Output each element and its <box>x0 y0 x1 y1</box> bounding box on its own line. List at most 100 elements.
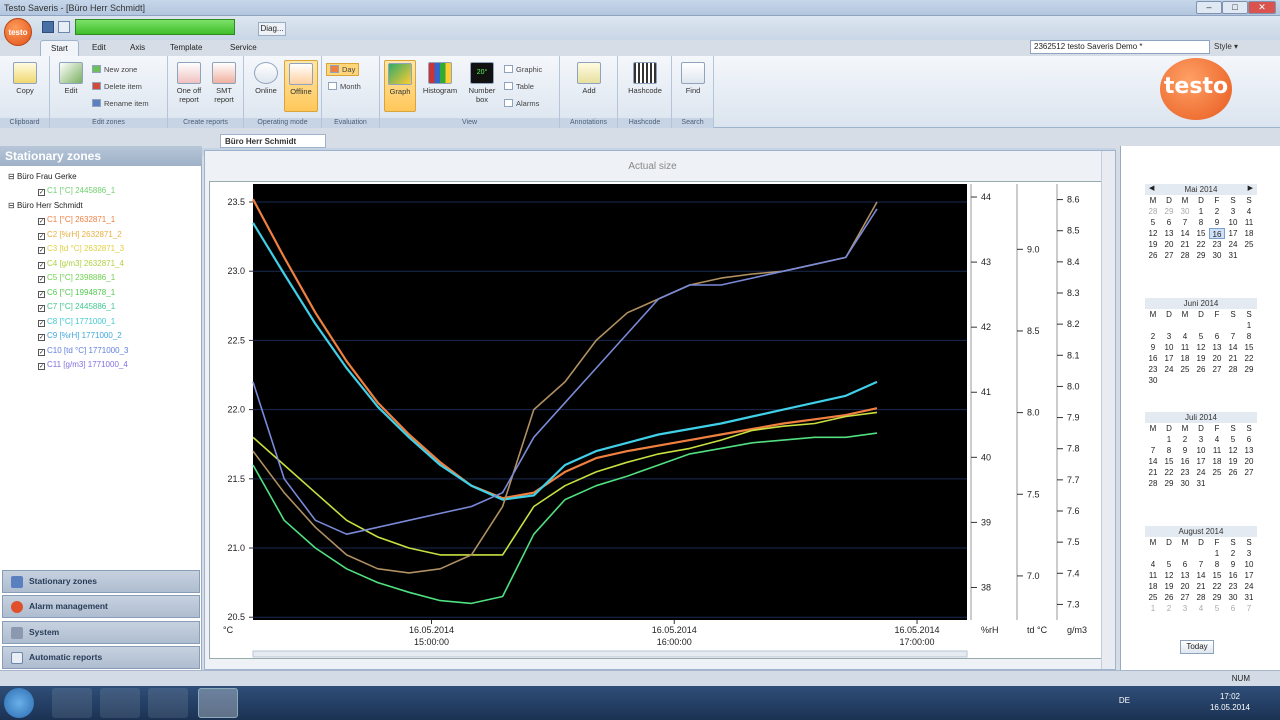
nav-stationary-zones[interactable]: Stationary zones <box>2 570 200 593</box>
day-cell[interactable]: 27 <box>1177 592 1193 603</box>
day-cell[interactable]: 16 <box>1145 353 1161 364</box>
day-cell[interactable]: 18 <box>1209 456 1225 467</box>
day-cell[interactable]: 20 <box>1209 353 1225 364</box>
close-button[interactable]: ✕ <box>1248 1 1276 14</box>
start-button[interactable] <box>4 688 34 718</box>
next-month-button[interactable]: ▶ <box>1248 184 1253 192</box>
day-cell[interactable]: 6 <box>1225 603 1241 614</box>
edit-button[interactable]: Edit <box>56 62 86 95</box>
day-cell[interactable]: 6 <box>1177 559 1193 570</box>
day-cell[interactable]: 24 <box>1225 239 1241 250</box>
day-cell[interactable]: 18 <box>1241 228 1257 239</box>
day-cell[interactable]: 26 <box>1161 592 1177 603</box>
tree-channel[interactable]: ✓ C3 [td °C] 2632871_3 <box>38 244 124 254</box>
day-cell[interactable]: 15 <box>1241 342 1257 353</box>
checkbox[interactable]: ✓ <box>38 232 45 240</box>
tab-template[interactable]: Template <box>160 40 212 56</box>
style-menu[interactable]: Style ▾ <box>1214 42 1238 51</box>
media-player-icon[interactable] <box>148 688 188 718</box>
day-cell[interactable]: 14 <box>1193 570 1209 581</box>
day-cell[interactable]: 17 <box>1161 353 1177 364</box>
day-cell[interactable]: 24 <box>1241 581 1257 592</box>
day-cell[interactable]: 20 <box>1241 456 1257 467</box>
tree-channel[interactable]: ✓ C1 [°C] 2632871_1 <box>38 215 115 225</box>
day-cell[interactable]: 26 <box>1193 364 1209 375</box>
checkbox[interactable]: ✓ <box>38 261 45 269</box>
day-cell[interactable]: 14 <box>1177 228 1193 239</box>
checkbox[interactable]: ✓ <box>38 319 45 327</box>
day-cell[interactable]: 30 <box>1177 206 1193 217</box>
checkbox[interactable]: ✓ <box>38 218 45 225</box>
day-cell[interactable]: 5 <box>1161 559 1177 570</box>
tree-zone-schmidt[interactable]: ⊟ Büro Herr Schmidt <box>8 201 83 210</box>
checkbox[interactable]: ✓ <box>38 363 45 370</box>
day-cell[interactable]: 18 <box>1145 581 1161 592</box>
day-cell[interactable]: 26 <box>1225 467 1241 478</box>
checkbox[interactable]: ✓ <box>38 276 45 283</box>
day-cell[interactable]: 3 <box>1161 331 1177 342</box>
day-cell[interactable]: 6 <box>1161 217 1177 228</box>
day-cell[interactable]: 22 <box>1193 239 1209 250</box>
day-cell[interactable]: 8 <box>1161 445 1177 456</box>
day-cell[interactable]: 25 <box>1209 467 1225 478</box>
window-icon[interactable] <box>58 21 70 33</box>
day-cell[interactable]: 21 <box>1177 239 1193 250</box>
rename-item-button[interactable]: Rename item <box>92 99 149 108</box>
day-cell[interactable]: 10 <box>1193 445 1209 456</box>
tree-channel[interactable]: ✓ C11 [g/m3] 1771000_4 <box>38 360 128 370</box>
day-cell[interactable]: 25 <box>1145 592 1161 603</box>
nav-alarm-management[interactable]: Alarm management <box>2 595 200 618</box>
tree-channel[interactable]: ✓ C9 [%rH] 1771000_2 <box>38 331 122 341</box>
checkbox[interactable]: ✓ <box>38 334 45 341</box>
day-cell[interactable]: 5 <box>1225 434 1241 445</box>
day-cell[interactable]: 9 <box>1225 559 1241 570</box>
one-off-report-button[interactable]: One off report <box>172 62 206 104</box>
day-cell[interactable]: 3 <box>1193 434 1209 445</box>
maximize-button[interactable]: □ <box>1222 1 1248 14</box>
day-cell[interactable]: 23 <box>1225 581 1241 592</box>
day-cell[interactable]: 11 <box>1177 342 1193 353</box>
day-cell[interactable]: 26 <box>1145 250 1161 261</box>
day-cell[interactable]: 19 <box>1225 456 1241 467</box>
day-cell[interactable]: 9 <box>1177 445 1193 456</box>
checkbox[interactable]: ✓ <box>38 290 45 298</box>
day-cell[interactable]: 10 <box>1161 342 1177 353</box>
day-cell[interactable]: 27 <box>1209 364 1225 375</box>
day-cell[interactable]: 28 <box>1145 206 1161 217</box>
checkbox[interactable]: ✓ <box>38 247 45 254</box>
day-cell[interactable]: 24 <box>1161 364 1177 375</box>
graph-button[interactable]: Graph <box>384 60 416 112</box>
day-cell[interactable]: 19 <box>1145 239 1161 250</box>
checkbox[interactable]: ✓ <box>38 305 45 312</box>
day-cell[interactable]: 4 <box>1209 434 1225 445</box>
day-cell[interactable]: 11 <box>1209 445 1225 456</box>
day-cell[interactable]: 1 <box>1193 206 1209 217</box>
day-cell[interactable]: 25 <box>1241 239 1257 250</box>
clock[interactable]: 17:02 16.05.2014 <box>1210 691 1250 713</box>
tree-channel[interactable]: ✓ C8 [°C] 1771000_1 <box>38 317 115 327</box>
day-cell[interactable]: 9 <box>1209 217 1225 228</box>
tree-channel[interactable]: ✓ C10 [td °C] 1771000_3 <box>38 346 128 356</box>
day-cell[interactable]: 5 <box>1145 217 1161 228</box>
day-cell[interactable]: 29 <box>1193 250 1209 261</box>
day-cell[interactable]: 28 <box>1177 250 1193 261</box>
histogram-button[interactable]: Histogram <box>420 62 460 95</box>
day-cell[interactable]: 22 <box>1161 467 1177 478</box>
day-cell[interactable]: 14 <box>1145 456 1161 467</box>
day-cell[interactable]: 31 <box>1241 592 1257 603</box>
day-cell[interactable]: 6 <box>1209 331 1225 342</box>
day-cell[interactable]: 22 <box>1209 581 1225 592</box>
day-cell[interactable]: 7 <box>1145 445 1161 456</box>
day-cell[interactable]: 23 <box>1145 364 1161 375</box>
day-cell[interactable]: 16 <box>1209 228 1225 239</box>
save-icon[interactable] <box>42 21 54 33</box>
find-button[interactable]: Find <box>676 62 710 95</box>
tree-channel[interactable]: ✓ C4 [g/m3] 2632871_4 <box>38 259 124 269</box>
day-cell[interactable]: 2 <box>1177 434 1193 445</box>
nav-automatic-reports[interactable]: Automatic reports <box>2 646 200 669</box>
day-cell[interactable]: 17 <box>1193 456 1209 467</box>
day-cell[interactable]: 4 <box>1241 206 1257 217</box>
day-cell[interactable]: 6 <box>1241 434 1257 445</box>
day-cell[interactable]: 16 <box>1177 456 1193 467</box>
day-cell[interactable]: 8 <box>1241 331 1257 342</box>
